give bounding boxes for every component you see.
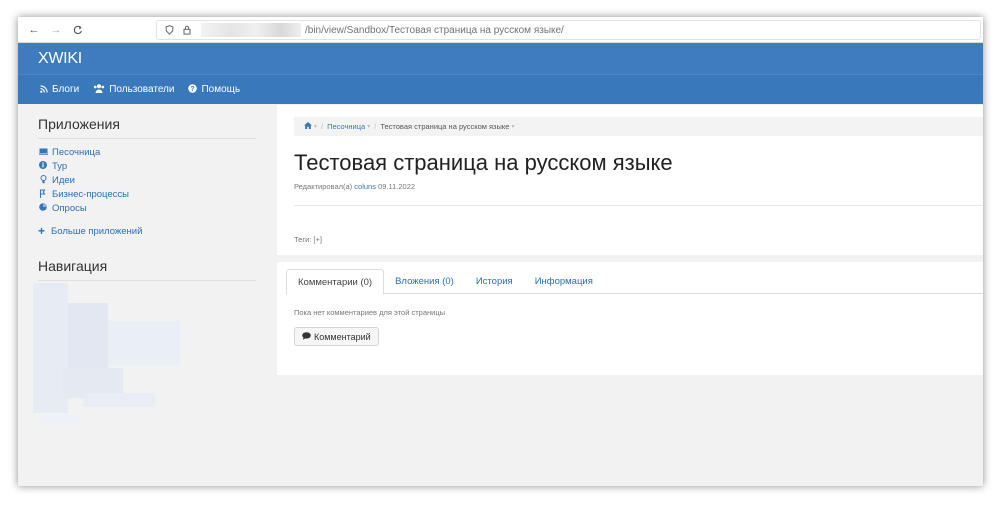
navigation-panel-title: Навигация — [38, 258, 256, 281]
help-icon: ? — [188, 84, 198, 95]
app-label: Тур — [52, 160, 68, 172]
lightbulb-icon — [38, 174, 48, 186]
comment-button-label: Комментарий — [314, 331, 371, 342]
info-icon — [38, 161, 48, 171]
redacted-host — [201, 23, 301, 37]
home-icon[interactable] — [304, 122, 312, 131]
xwiki-logo[interactable]: XWIKI — [38, 50, 82, 68]
chevron-down-icon[interactable]: ▾ — [511, 123, 514, 130]
rss-icon — [40, 84, 48, 95]
page-title: Тестовая страница на русском языке — [294, 150, 673, 175]
url-text: /bin/view/Sandbox/Тестовая страница на р… — [305, 24, 564, 36]
add-comment-button[interactable]: Комментарий — [294, 327, 379, 346]
logo-text: XWIKI — [38, 49, 82, 67]
users-icon — [93, 84, 105, 95]
svg-text:?: ? — [191, 86, 195, 93]
xwiki-header: XWIKI — [18, 43, 983, 74]
reload-icon[interactable] — [70, 22, 86, 38]
app-item-sandbox[interactable]: Песочница — [38, 145, 268, 159]
main-menu: Блоги Пользователи ? Помощь — [18, 74, 983, 104]
doc-extra-tabs: Комментарии (0) Вложения (0) История Инф… — [286, 269, 983, 295]
pie-chart-icon — [38, 203, 48, 213]
menu-label: Блоги — [52, 84, 80, 95]
more-applications-link[interactable]: + Больше приложений — [38, 224, 268, 238]
no-comments-text: Пока нет комментариев для этой страницы — [294, 308, 446, 317]
edit-date: 09.11.2022 — [378, 182, 416, 191]
edited-by-label: Редактировал(а) — [294, 182, 353, 191]
browser-toolbar: ← → /bin/view/Sandbox/Тестовая страница … — [18, 17, 983, 43]
app-item-polls[interactable]: Опросы — [38, 201, 268, 215]
app-item-ideas[interactable]: Идеи — [38, 173, 268, 187]
page-meta: Редактировал(а) coluns 09.11.2022 — [294, 182, 415, 191]
page-body: Приложения Песочница Тур Идеи Бизнес-про… — [18, 105, 983, 486]
lock-icon — [181, 24, 193, 36]
menu-label: Пользователи — [109, 84, 175, 95]
process-icon — [38, 188, 48, 200]
menu-item-blogs[interactable]: Блоги — [40, 84, 79, 95]
app-label: Песочница — [52, 146, 101, 158]
address-bar[interactable]: /bin/view/Sandbox/Тестовая страница на р… — [156, 20, 981, 40]
more-apps-label: Больше приложений — [51, 225, 143, 237]
browser-window: ← → /bin/view/Sandbox/Тестовая страница … — [18, 17, 983, 486]
breadcrumb-separator: / — [321, 122, 324, 131]
forward-icon[interactable]: → — [48, 22, 64, 38]
applications-panel-title: Приложения — [38, 116, 256, 139]
comment-icon — [302, 331, 311, 342]
menu-item-help[interactable]: ? Помощь — [188, 84, 240, 95]
app-label: Бизнес-процессы — [52, 188, 129, 200]
divider — [294, 205, 983, 206]
tab-comments[interactable]: Комментарии (0) — [286, 269, 385, 295]
section-gap — [277, 255, 983, 262]
tab-history[interactable]: История — [465, 269, 524, 294]
menu-label: Помощь — [201, 84, 241, 95]
menu-item-users[interactable]: Пользователи — [93, 84, 174, 95]
left-sidebar: Приложения Песочница Тур Идеи Бизнес-про… — [18, 105, 268, 486]
tags-line[interactable]: Теги: [+] — [294, 235, 322, 244]
sandbox-icon — [38, 148, 48, 157]
tab-attachments[interactable]: Вложения (0) — [384, 269, 465, 294]
author-link[interactable]: coluns — [354, 182, 376, 191]
breadcrumb-separator: / — [374, 122, 377, 131]
chevron-down-icon[interactable]: ▾ — [367, 123, 370, 130]
app-label: Идеи — [52, 174, 75, 186]
breadcrumb-current: Тестовая страница на русском языке — [380, 122, 510, 131]
tab-information[interactable]: Информация — [524, 269, 604, 294]
breadcrumb: ▾ / Песочница ▾ / Тестовая страница на р… — [294, 117, 983, 136]
applications-list: Песочница Тур Идеи Бизнес-процессы Опрос… — [38, 145, 268, 215]
app-item-tour[interactable]: Тур — [38, 159, 268, 173]
app-item-business-processes[interactable]: Бизнес-процессы — [38, 187, 268, 201]
breadcrumb-parent[interactable]: Песочница — [327, 122, 365, 131]
app-label: Опросы — [52, 202, 87, 214]
chevron-down-icon[interactable]: ▾ — [314, 123, 317, 130]
back-icon[interactable]: ← — [26, 22, 42, 38]
shield-icon — [163, 24, 175, 36]
main-content: ▾ / Песочница ▾ / Тестовая страница на р… — [277, 105, 983, 375]
plus-icon: + — [38, 224, 46, 238]
